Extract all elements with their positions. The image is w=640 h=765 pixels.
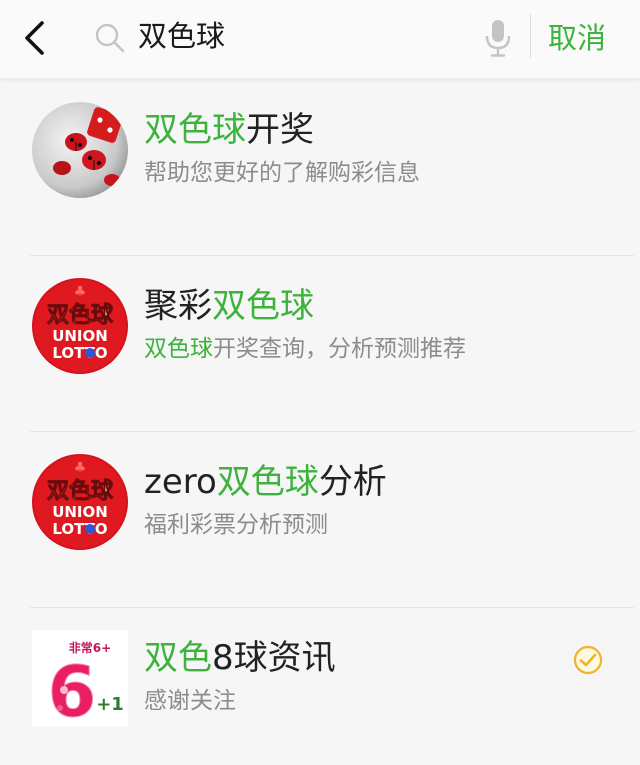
search-results-screen: 双色球 取消 双色球开奖 帮助您更好的了解购彩信息 ♣ 双色球 UNION LO…: [0, 0, 640, 765]
search-bar-divider: [530, 14, 531, 58]
title-highlight: 双色球: [144, 110, 246, 150]
title-highlight: 双色球: [212, 286, 314, 326]
cancel-button[interactable]: 取消: [548, 16, 606, 60]
result-item[interactable]: 非常6+ 6 +1 双色8球资讯 感谢关注: [0, 608, 640, 765]
result-title: 双色球开奖: [144, 108, 314, 152]
union-lotto-logo: ♣ 双色球 UNION LOTTO: [32, 454, 128, 550]
result-subtitle: 感谢关注: [144, 688, 236, 714]
result-item[interactable]: ♣ 双色球 UNION LOTTO 聚彩双色球 双色球开奖查询，分析预测推荐: [0, 256, 640, 432]
svg-text:♣: ♣: [74, 460, 87, 476]
search-input[interactable]: 双色球: [138, 16, 468, 56]
result-item[interactable]: ♣ 双色球 UNION LOTTO zero双色球分析 福利彩票分析预测: [0, 432, 640, 608]
subtitle-highlight: 双色球: [144, 336, 213, 362]
result-subtitle: 福利彩票分析预测: [144, 512, 328, 538]
result-title: 聚彩双色球: [144, 284, 314, 328]
svg-text:UNION: UNION: [52, 503, 108, 521]
svg-text:双色球: 双色球: [47, 302, 114, 328]
svg-text:LOTTO: LOTTO: [52, 520, 107, 538]
chevron-left-icon: [25, 21, 44, 55]
microphone-icon[interactable]: [484, 18, 512, 58]
union-lotto-logo: ♣ 双色球 UNION LOTTO: [32, 278, 128, 374]
search-bar: 双色球 取消: [0, 0, 640, 79]
result-title: 双色8球资讯: [144, 636, 336, 680]
ladybug-dice-avatar: [32, 102, 128, 198]
title-text: zero: [144, 462, 217, 502]
svg-text:♣: ♣: [74, 284, 87, 300]
result-subtitle: 双色球开奖查询，分析预测推荐: [144, 332, 466, 366]
result-title: zero双色球分析: [144, 460, 387, 504]
title-text: 开奖: [246, 110, 314, 150]
svg-text:双色球: 双色球: [47, 478, 114, 504]
svg-text:LOTTO: LOTTO: [52, 344, 107, 362]
result-item[interactable]: 双色球开奖 帮助您更好的了解购彩信息: [0, 80, 640, 256]
title-text: 聚彩: [144, 286, 212, 326]
subtitle-text: 开奖查询，分析预测推荐: [213, 336, 466, 362]
svg-text:UNION: UNION: [52, 327, 108, 345]
svg-text:6: 6: [48, 651, 97, 726]
back-button[interactable]: [16, 18, 52, 58]
search-icon: [95, 23, 125, 53]
title-highlight: 双色球: [216, 462, 319, 502]
six-plus-one-logo: 非常6+ 6 +1: [32, 630, 128, 726]
svg-text:+1: +1: [96, 694, 124, 715]
title-highlight: 双色: [144, 638, 212, 678]
title-text: 8球资讯: [212, 638, 336, 678]
verified-icon: [573, 645, 603, 675]
title-text: 分析: [318, 462, 387, 502]
result-subtitle: 帮助您更好的了解购彩信息: [144, 160, 420, 186]
